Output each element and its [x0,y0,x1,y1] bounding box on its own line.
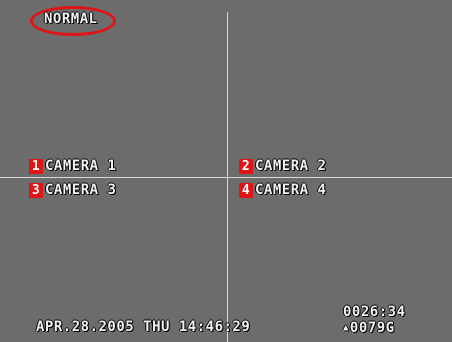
camera-3-label: CAMERA 3 [45,182,117,198]
dvr-quad-view: NORMAL 1 CAMERA 1 2 CAMERA 2 3 CAMERA 3 4 CA… [0,0,452,342]
camera-2-title[interactable]: 2 CAMERA 2 [239,158,326,174]
horizontal-divider [0,177,452,178]
camera-1-number-badge: 1 [29,159,43,174]
camera-2-number-badge: 2 [239,159,253,174]
camera-1-label: CAMERA 1 [45,158,117,174]
camera-4-title[interactable]: 4 CAMERA 4 [239,182,326,198]
remaining-storage-value: 0079G [349,320,395,336]
user-icon: ▲ [343,323,349,333]
camera-1-title[interactable]: 1 CAMERA 1 [29,158,116,174]
remaining-storage: ▲0079G [343,320,395,336]
camera-3-number-badge: 3 [29,183,43,198]
camera-4-label: CAMERA 4 [255,182,327,198]
recording-mode-label: NORMAL [44,11,98,27]
camera-3-title[interactable]: 3 CAMERA 3 [29,182,116,198]
camera-4-number-badge: 4 [239,183,253,198]
camera-2-label: CAMERA 2 [255,158,327,174]
date-time-display: APR.28.2005 THU 14:46:29 [36,319,251,335]
recording-counter: 0026:34 [343,304,406,320]
